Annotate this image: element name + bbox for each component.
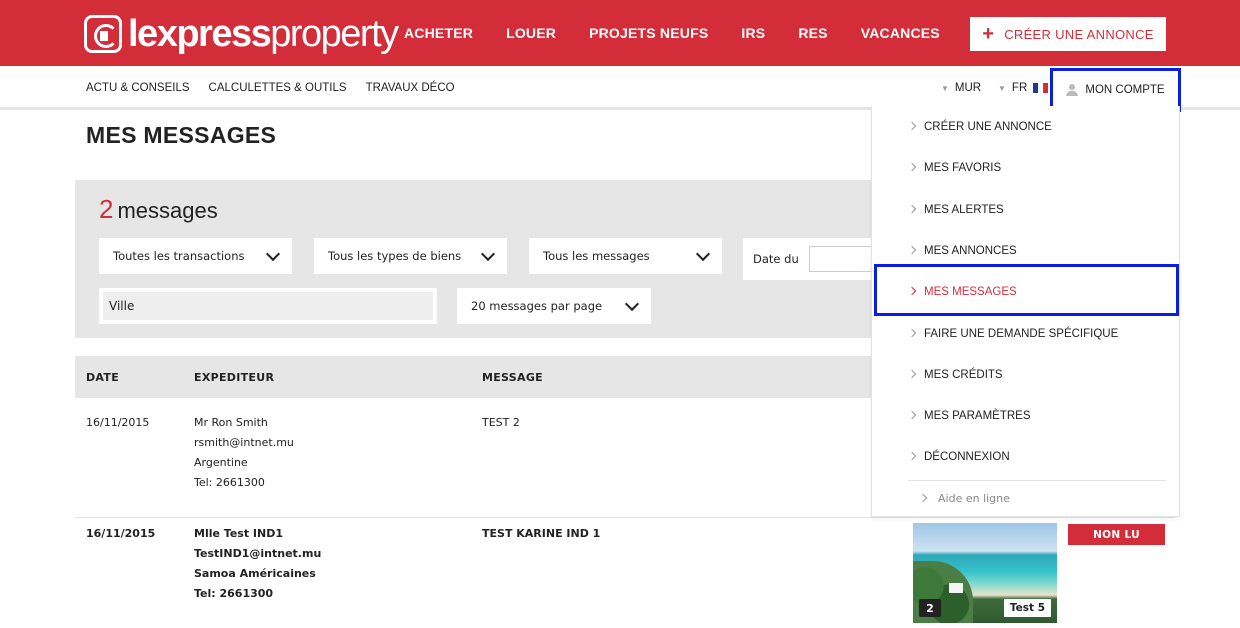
messages-table-header: DATE EXPEDITEUR MESSAGE	[75, 356, 975, 398]
menu-item-label: DÉCONNEXION	[924, 450, 1010, 463]
column-sender: EXPEDITEUR	[194, 370, 275, 384]
chevron-down-icon	[695, 246, 711, 261]
column-date: DATE	[86, 370, 120, 384]
per-page-select-value: 20 messages par page	[471, 299, 603, 313]
create-listing-button[interactable]: + CRÉER UNE ANNONCE	[970, 17, 1166, 51]
sender-phone: Tel: 2661300	[194, 587, 274, 600]
menu-item-help[interactable]: Aide en ligne	[920, 488, 1010, 508]
sender-phone: Tel: 2661300	[194, 476, 265, 489]
nav-irs[interactable]: IRS	[741, 25, 765, 41]
nav-res[interactable]: RES	[798, 25, 827, 41]
city-input[interactable]	[103, 292, 433, 320]
user-icon	[1066, 84, 1079, 96]
logo-text-light: property	[270, 13, 399, 55]
language-selector[interactable]: ▼ FR	[998, 66, 1049, 110]
menu-item-favorites[interactable]: MES FAVORIS	[872, 147, 1179, 188]
sender-name: Mlle Test IND1	[194, 527, 283, 540]
site-logo[interactable]: lexpressproperty	[84, 12, 399, 56]
caret-down-icon: ▼	[941, 83, 949, 93]
menu-item-settings[interactable]: MES PARAMÈTRES	[872, 395, 1179, 436]
message-count-label: messages	[117, 198, 218, 223]
filter-panel: 2 messages Toutes les transactions Tous l…	[75, 180, 975, 338]
chevron-down-icon	[480, 246, 496, 261]
per-page-select[interactable]: 20 messages par page	[457, 288, 651, 324]
sender-country: Argentine	[194, 456, 248, 469]
property-type-select[interactable]: Tous les types de biens	[314, 238, 507, 274]
create-listing-label: CRÉER UNE ANNONCE	[1004, 26, 1154, 42]
currency-selector[interactable]: ▼ MUR	[941, 66, 981, 110]
city-field	[99, 288, 437, 324]
table-row[interactable]: 16/11/2015 Mlle Test IND1 TestIND1@intne…	[75, 519, 1175, 628]
menu-item-create-listing[interactable]: CRÉER UNE ANNONCE	[872, 106, 1179, 147]
currency-label: MUR	[954, 82, 982, 94]
menu-item-help-label: Aide en ligne	[938, 491, 1010, 505]
chevron-down-icon	[624, 296, 640, 311]
menu-item-label: CRÉER UNE ANNONCE	[924, 120, 1052, 133]
thumbnail-house	[949, 583, 963, 593]
nav-vacances[interactable]: VACANCES	[861, 25, 940, 41]
nav-projets-neufs[interactable]: PROJETS NEUFS	[589, 25, 708, 41]
plus-icon: +	[982, 23, 995, 45]
menu-item-label: MES CRÉDITS	[924, 368, 1003, 381]
language-label: FR	[1011, 82, 1028, 94]
menu-item-label: MES FAVORIS	[924, 161, 1002, 174]
column-message: MESSAGE	[482, 370, 543, 384]
menu-item-label: MES PARAMÈTRES	[924, 409, 1031, 422]
top-header: lexpressproperty ACHETER LOUER PROJETS N…	[0, 0, 1240, 66]
row-message: TEST 2	[482, 416, 520, 429]
message-count-number: 2	[99, 194, 114, 224]
page-title: MES MESSAGES	[86, 122, 277, 148]
chevron-down-icon	[265, 246, 281, 261]
row-sender: Mlle Test IND1 TestIND1@intnet.mu Samoa …	[194, 524, 321, 604]
caret-down-icon: ▼	[998, 83, 1006, 93]
unread-badge: NON LU	[1068, 524, 1165, 545]
logo-text-bold: lexpress	[128, 13, 272, 55]
sender-email: rsmith@intnet.mu	[194, 436, 294, 449]
transactions-select[interactable]: Toutes les transactions	[99, 238, 292, 274]
message-type-select[interactable]: Tous les messages	[529, 238, 722, 274]
nav-louer[interactable]: LOUER	[506, 25, 556, 41]
my-account-label: MON COMPTE	[1085, 84, 1165, 96]
subnav-actu-conseils[interactable]: ACTU & CONSEILS	[86, 82, 190, 94]
sender-country: Samoa Américaines	[194, 567, 316, 580]
transactions-select-value: Toutes les transactions	[113, 249, 245, 263]
row-date: 16/11/2015	[86, 416, 150, 429]
row-sender: Mr Ron Smith rsmith@intnet.mu Argentine …	[194, 413, 294, 493]
active-item-highlight	[874, 264, 1179, 316]
date-from-label: Date du	[753, 252, 799, 266]
menu-item-credits[interactable]: MES CRÉDITS	[872, 354, 1179, 395]
menu-item-specific-request[interactable]: FAIRE UNE DEMANDE SPÉCIFIQUE	[872, 313, 1179, 354]
sender-email: TestIND1@intnet.mu	[194, 547, 322, 560]
nav-acheter[interactable]: ACHETER	[404, 25, 473, 41]
france-flag-icon	[1033, 83, 1049, 93]
menu-item-label: FAIRE UNE DEMANDE SPÉCIFIQUE	[924, 327, 1119, 340]
main-nav: ACHETER LOUER PROJETS NEUFS IRS RES VACA…	[404, 0, 973, 66]
row-date: 16/11/2015	[86, 527, 156, 540]
message-count: 2 messages	[99, 194, 218, 225]
row-message: TEST KARINE IND 1	[482, 527, 601, 540]
menu-item-alerts[interactable]: MES ALERTES	[872, 189, 1179, 230]
message-type-select-value: Tous les messages	[543, 249, 650, 263]
logo-house-icon	[84, 15, 122, 53]
photo-count-badge: 2	[919, 599, 941, 617]
menu-item-label: MES ALERTES	[924, 203, 1004, 216]
subnav-travaux-deco[interactable]: TRAVAUX DÉCO	[366, 82, 455, 94]
menu-item-logout[interactable]: DÉCONNEXION	[872, 436, 1179, 477]
property-label-badge: Test 5	[1003, 599, 1051, 617]
menu-divider	[908, 480, 1166, 481]
sender-name: Mr Ron Smith	[194, 416, 268, 429]
property-thumbnail[interactable]: 2 Test 5	[913, 523, 1057, 623]
menu-item-label: MES ANNONCES	[924, 244, 1017, 257]
property-type-select-value: Tous les types de biens	[328, 249, 462, 263]
subnav-calculettes-outils[interactable]: CALCULETTES & OUTILS	[209, 82, 347, 94]
date-from-input[interactable]	[808, 246, 879, 272]
logo-text: lexpressproperty	[128, 12, 399, 56]
